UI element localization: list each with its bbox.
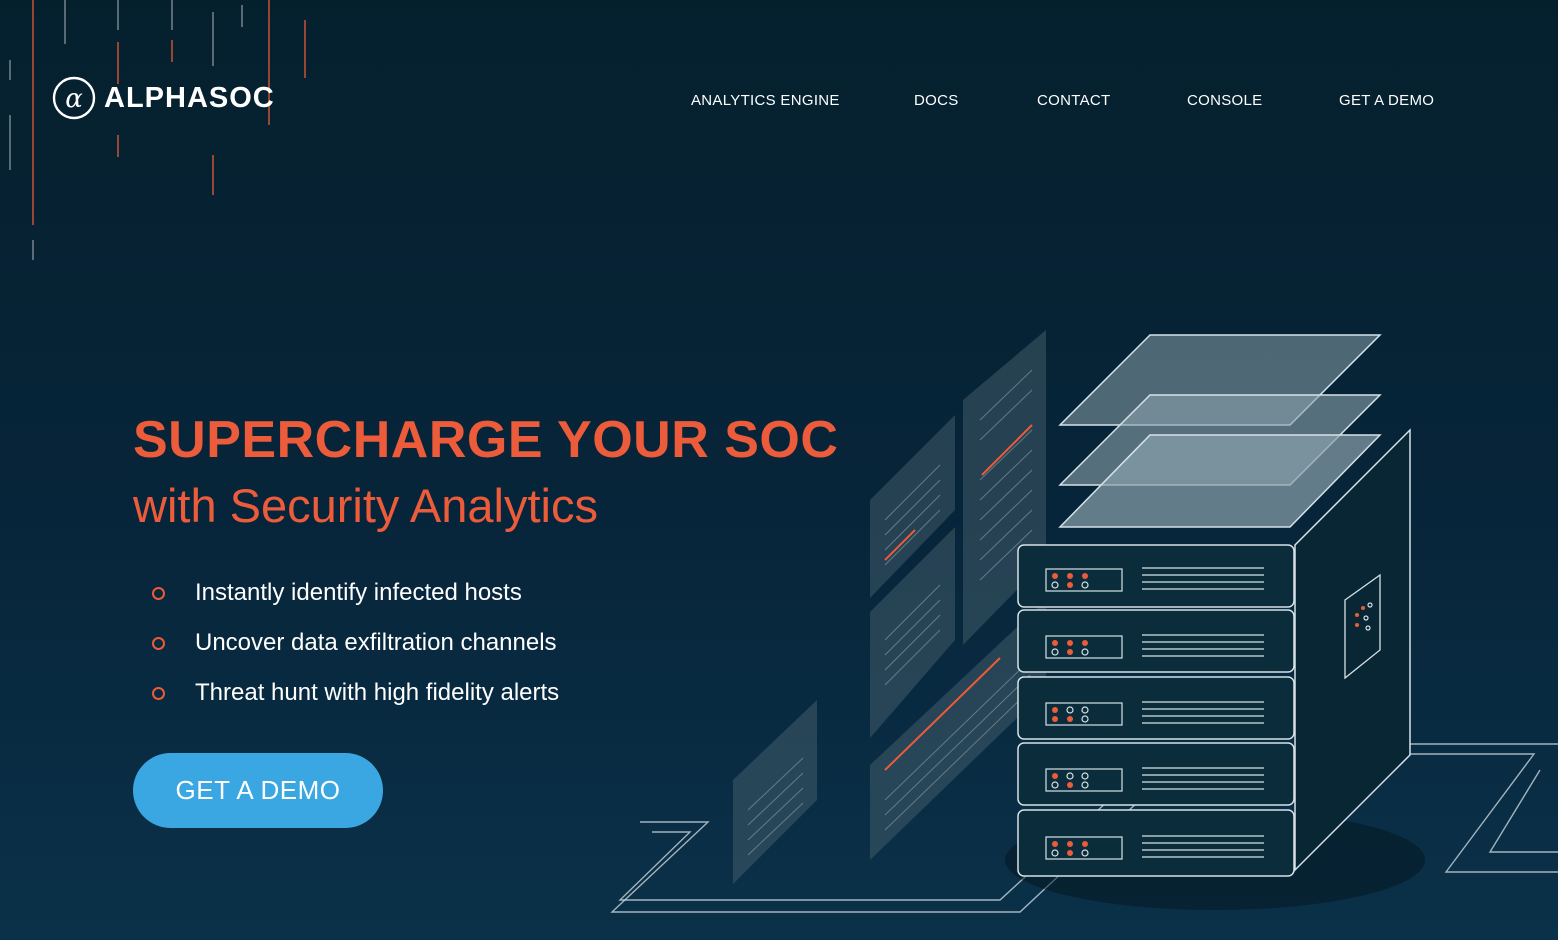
feature-text: Uncover data exfiltration channels [195, 629, 557, 656]
brand-logo-link[interactable]: α ALPHASOC [52, 76, 275, 120]
circle-bullet-icon [152, 586, 165, 600]
feature-item: Instantly identify infected hosts [152, 568, 559, 618]
nav-analytics-engine[interactable]: ANALYTICS ENGINE [691, 92, 840, 109]
alpha-circle-icon: α [52, 76, 96, 120]
feature-list: Instantly identify infected hosts Uncove… [152, 568, 559, 718]
brand-name: ALPHASOC [104, 81, 275, 114]
nav-docs[interactable]: DOCS [914, 92, 959, 109]
data-rain-decoration [9, 0, 306, 260]
get-a-demo-button[interactable]: GET A DEMO [133, 753, 383, 828]
feature-text: Threat hunt with high fidelity alerts [195, 679, 560, 706]
feature-item: Threat hunt with high fidelity alerts [152, 668, 559, 718]
circle-bullet-icon [152, 686, 165, 700]
nav-get-a-demo[interactable]: GET A DEMO [1339, 92, 1434, 109]
nav-console[interactable]: CONSOLE [1187, 92, 1262, 109]
svg-text:α: α [65, 84, 83, 114]
feature-item: Uncover data exfiltration channels [152, 618, 559, 668]
circle-bullet-icon [152, 636, 165, 650]
nav-contact[interactable]: CONTACT [1037, 92, 1110, 109]
hero-subtitle: with Security Analytics [133, 479, 598, 532]
feature-text: Instantly identify infected hosts [195, 579, 522, 606]
server-rack-illustration [610, 330, 1558, 913]
